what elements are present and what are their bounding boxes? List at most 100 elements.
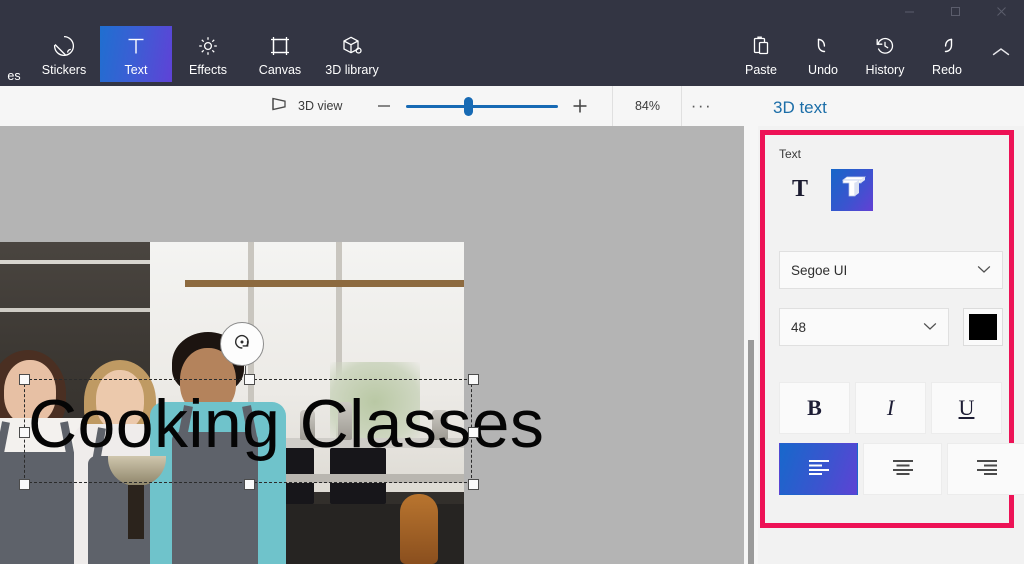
bold-button[interactable]: B — [779, 382, 850, 434]
ribbon-tab-3d-library[interactable]: 3D library — [316, 26, 388, 82]
resize-handle-top-center[interactable] — [244, 374, 255, 385]
font-size-dropdown[interactable]: 48 — [779, 308, 949, 346]
ribbon-tab-stickers-label: Stickers — [41, 63, 87, 78]
underline-button[interactable]: U — [931, 382, 1002, 434]
more-options-button[interactable]: ··· — [682, 86, 720, 126]
history-icon — [874, 31, 896, 57]
ribbon-tab-stickers[interactable]: Stickers — [28, 26, 100, 82]
text-properties-panel: 3D text Text T Segoe UI 48 B I U — [758, 98, 1024, 564]
text-object[interactable]: Cooking Classes — [19, 374, 544, 490]
resize-handle-top-left[interactable] — [19, 374, 30, 385]
ribbon-tab-shapes[interactable]: es — [0, 26, 28, 82]
font-size-value: 48 — [791, 319, 807, 335]
paste-label: Paste — [745, 63, 777, 78]
redo-button[interactable]: Redo — [916, 26, 978, 82]
3d-text-icon — [837, 173, 867, 208]
zoom-controls — [366, 86, 598, 126]
resize-handle-bottom-center[interactable] — [244, 479, 255, 490]
rotate-icon — [231, 331, 253, 358]
align-left-icon — [806, 458, 832, 481]
text-color-swatch[interactable] — [963, 308, 1003, 346]
secondary-toolbar: 3D view 84% ··· — [0, 86, 1024, 127]
close-button[interactable] — [978, 0, 1024, 22]
text-type-3d-button[interactable] — [831, 169, 873, 211]
maximize-button[interactable] — [932, 0, 978, 22]
ribbon-tab-effects-label: Effects — [189, 63, 227, 78]
image-shelf — [0, 260, 150, 264]
undo-button[interactable]: Undo — [792, 26, 854, 82]
underline-label: U — [958, 395, 975, 420]
italic-label: I — [886, 395, 895, 420]
text-section-label: Text — [779, 147, 802, 161]
redo-label: Redo — [932, 63, 962, 78]
view-mode-label: 3D view — [298, 99, 343, 113]
resize-handle-bottom-right[interactable] — [468, 479, 479, 490]
ribbon-tab-text[interactable]: Text — [100, 26, 172, 82]
ribbon-tab-shapes-label: es — [7, 68, 21, 83]
text-type-2d-button[interactable]: T — [779, 169, 821, 211]
align-right-icon — [974, 458, 1000, 481]
ribbon-tab-3d-library-label: 3D library — [325, 63, 379, 78]
italic-button[interactable]: I — [855, 382, 926, 434]
ribbon-tab-canvas[interactable]: Canvas — [244, 26, 316, 82]
text-icon — [125, 31, 147, 57]
window-controls — [886, 0, 1024, 22]
canvas-icon — [269, 31, 291, 57]
chevron-down-icon — [977, 261, 991, 279]
history-button[interactable]: History — [854, 26, 916, 82]
resize-handle-bottom-left[interactable] — [19, 479, 30, 490]
stickers-icon — [53, 31, 75, 57]
panel-title: 3D text — [773, 98, 827, 117]
panel-highlight-box: Text T Segoe UI 48 B I U — [760, 130, 1024, 528]
zoom-slider-thumb[interactable] — [464, 97, 474, 116]
text-alignment-group — [779, 443, 1024, 495]
bold-label: B — [807, 395, 822, 420]
zoom-out-button[interactable] — [366, 86, 402, 126]
chevron-down-icon — [923, 318, 937, 336]
font-family-dropdown[interactable]: Segoe UI — [779, 251, 1003, 289]
canvas-scrollbar-thumb[interactable] — [748, 340, 754, 564]
ribbon-right-tools: Paste Undo History Redo — [730, 26, 978, 82]
collapse-ribbon-button[interactable] — [978, 26, 1024, 82]
zoom-percent[interactable]: 84% — [612, 86, 683, 126]
align-center-button[interactable] — [863, 443, 942, 495]
image-ceiling-pipe — [185, 280, 464, 287]
text-color-fill — [969, 314, 997, 340]
canvas-text[interactable]: Cooking Classes — [28, 372, 544, 476]
paste-button[interactable]: Paste — [730, 26, 792, 82]
resize-handle-middle-right[interactable] — [468, 427, 479, 438]
effects-icon — [197, 31, 219, 57]
svg-text:T: T — [792, 176, 808, 202]
zoom-slider[interactable] — [406, 86, 559, 126]
align-left-button[interactable] — [779, 443, 858, 495]
paste-icon — [751, 31, 771, 57]
zoom-slider-track — [406, 105, 559, 108]
ribbon-tab-canvas-label: Canvas — [258, 63, 302, 78]
ribbon-tab-effects[interactable]: Effects — [172, 26, 244, 82]
canvas-area[interactable]: Cooking Classes — [0, 126, 744, 564]
rotate-handle[interactable] — [220, 322, 264, 366]
resize-handle-top-right[interactable] — [468, 374, 479, 385]
redo-icon — [936, 31, 958, 57]
paint3d-window: es Stickers Text Effects Canvas 3D libra… — [0, 0, 1024, 564]
image-bowl-stand — [128, 485, 144, 539]
undo-icon — [812, 31, 834, 57]
zoom-in-button[interactable] — [562, 86, 598, 126]
align-right-button[interactable] — [947, 443, 1024, 495]
image-shelf — [0, 308, 150, 312]
canvas-vertical-scrollbar[interactable] — [744, 126, 758, 564]
image-pepper-mill — [400, 494, 438, 564]
text-type-group: T — [779, 169, 873, 211]
align-center-icon — [890, 458, 916, 481]
text-style-group: B I U — [779, 382, 1002, 434]
perspective-icon — [269, 96, 289, 117]
font-family-value: Segoe UI — [791, 262, 848, 278]
ribbon-tab-text-label: Text — [124, 63, 148, 78]
resize-handle-middle-left[interactable] — [19, 427, 30, 438]
history-label: History — [865, 63, 905, 78]
view-mode-toggle[interactable]: 3D view — [255, 86, 356, 126]
minimize-button[interactable] — [886, 0, 932, 22]
ribbon-tabs: es Stickers Text Effects Canvas 3D libra… — [0, 26, 388, 82]
chevron-up-icon — [991, 45, 1011, 63]
undo-label: Undo — [808, 63, 838, 78]
